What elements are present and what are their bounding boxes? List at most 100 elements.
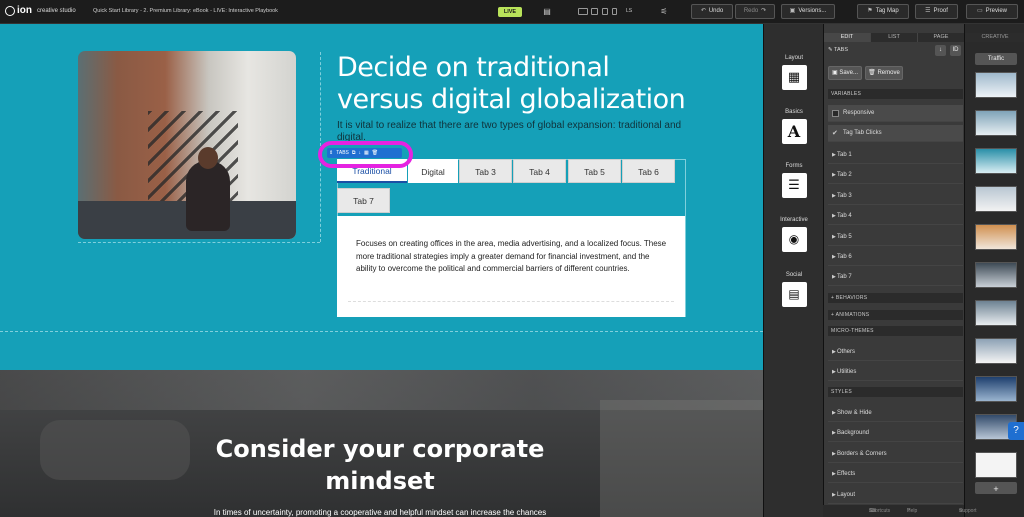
tab-list[interactable]: LIST	[871, 33, 918, 42]
section-corporate-mindset[interactable]: Consider your corporate mindset In times…	[0, 370, 763, 517]
app-logo: ion creative studio	[5, 6, 76, 16]
page-thumbnail[interactable]	[975, 338, 1017, 364]
background-item[interactable]: ▶ Background	[828, 425, 963, 442]
widget-interactive-label: Interactive	[780, 217, 808, 223]
editor-canvas[interactable]: Decide on traditional versus digital glo…	[0, 24, 763, 517]
save-button[interactable]: ▣ Save...	[828, 66, 862, 80]
behaviors-section[interactable]: + BEHAVIORS	[828, 293, 963, 303]
page-thumbnail[interactable]	[975, 186, 1017, 212]
page-thumbnail[interactable]	[975, 72, 1017, 98]
chevron-right-icon: ▶	[832, 430, 836, 436]
widget-basics-label: Basics	[785, 109, 803, 115]
widget-basics[interactable]: Basics A	[764, 109, 824, 144]
tab-digital[interactable]: Digital	[408, 159, 458, 183]
section2-text[interactable]: In times of uncertainty, promoting a coo…	[150, 508, 610, 517]
breadcrumb[interactable]: Quick Start Library - 2. Premium Library…	[93, 8, 278, 14]
preview-button[interactable]: ▭ Preview	[966, 4, 1018, 19]
id-button[interactable]: ID	[950, 45, 961, 56]
tag-tab-clicks-option[interactable]: ✔ Tag Tab Clicks	[828, 125, 963, 142]
tab-item-4[interactable]: ▶ Tab 4	[828, 208, 963, 225]
versions-icon: ▣	[789, 8, 796, 14]
save-label: Save...	[839, 70, 859, 76]
office-photo[interactable]	[78, 51, 296, 239]
tag-map-button[interactable]: ⚑ Tag Map	[857, 4, 909, 19]
show-hide-item[interactable]: ▶ Show & Hide	[828, 405, 963, 422]
section2-title[interactable]: Consider your corporate mindset	[180, 433, 580, 497]
tab-item-5[interactable]: ▶ Tab 5	[828, 229, 963, 246]
style-item-label: Background	[837, 430, 870, 436]
tab-4[interactable]: Tab 4	[513, 159, 566, 183]
tab-7[interactable]: Tab 7	[337, 188, 390, 213]
others-item[interactable]: ▶ Others	[828, 344, 963, 361]
properties-tabs: EDIT LIST PAGE	[824, 33, 965, 42]
tab-panel-outline	[348, 301, 674, 302]
page-thumbnail[interactable]	[975, 452, 1017, 478]
chat-icon: ▤	[781, 282, 807, 307]
style-item-label: Borders & Corners	[837, 451, 887, 457]
tab-6[interactable]: Tab 6	[622, 159, 675, 183]
versions-button[interactable]: ▣ Versions...	[781, 4, 835, 19]
page-thumbnail[interactable]	[975, 110, 1017, 136]
traffic-button[interactable]: Traffic	[975, 53, 1017, 65]
responsive-checkbox[interactable]	[832, 110, 839, 117]
creative-tab[interactable]: CREATIVE	[965, 33, 1024, 42]
tab-item-3[interactable]: ▶ Tab 3	[828, 188, 963, 205]
checkmark-icon[interactable]: ✔	[832, 125, 838, 142]
chevron-right-icon: ▶	[832, 492, 836, 498]
tab-edit[interactable]: EDIT	[824, 33, 871, 42]
tag-map-label: Tag Map	[875, 8, 899, 14]
tab-5[interactable]: Tab 5	[568, 159, 621, 183]
undo-button[interactable]: ↶ Undo	[691, 4, 733, 19]
logo-subtitle: creative studio	[37, 8, 76, 14]
tab-panel-text[interactable]: Focuses on creating offices in the area,…	[356, 238, 668, 276]
redo-button[interactable]: Redo ↷	[735, 4, 775, 19]
proof-label: Proof	[933, 8, 948, 14]
page-thumbnail[interactable]	[975, 300, 1017, 326]
desktop-device-icon[interactable]	[578, 8, 588, 15]
landscape-toggle[interactable]: LS	[624, 6, 634, 17]
chevron-right-icon: ▶	[832, 274, 836, 280]
utilities-item[interactable]: ▶ Utilities	[828, 364, 963, 381]
help-fab-icon[interactable]: ?	[1008, 422, 1024, 440]
tab-item-1[interactable]: ▶ Tab 1	[828, 147, 963, 164]
tab-3[interactable]: Tab 3	[459, 159, 512, 183]
remove-button[interactable]: 🗑 Remove	[865, 66, 903, 80]
page-thumbnail[interactable]	[975, 148, 1017, 174]
undo-icon: ↶	[700, 8, 706, 14]
sliders-icon[interactable]: ⚟	[659, 6, 669, 17]
page-thumbnail[interactable]	[975, 376, 1017, 402]
live-status-badge: LIVE	[498, 7, 522, 17]
proof-button[interactable]: ☰ Proof	[915, 4, 958, 19]
calculator-icon[interactable]: ▤	[542, 6, 552, 17]
phone-device-icon[interactable]	[602, 8, 608, 15]
widget-layout[interactable]: Layout ▦	[764, 55, 824, 90]
tab-page[interactable]: PAGE	[918, 33, 965, 42]
versions-label: Versions...	[798, 8, 827, 14]
widget-forms[interactable]: Forms ☰	[764, 163, 824, 198]
effects-item[interactable]: ▶ Effects	[828, 466, 963, 483]
tablet-device-icon[interactable]	[591, 8, 598, 15]
page-thumbnail[interactable]	[975, 262, 1017, 288]
section-title[interactable]: Decide on traditional versus digital glo…	[337, 52, 697, 116]
chevron-right-icon: ▶	[832, 349, 836, 355]
widget-social[interactable]: Social ▤	[764, 272, 824, 307]
utilities-label: Utilities	[837, 369, 857, 375]
page-thumbnail[interactable]	[975, 224, 1017, 250]
chevron-right-icon: ▶	[832, 213, 836, 219]
tab-item-6[interactable]: ▶ Tab 6	[828, 249, 963, 266]
tab-item-2[interactable]: ▶ Tab 2	[828, 167, 963, 184]
add-page-button[interactable]: +	[975, 482, 1017, 494]
micro-themes-header: MICRO-THEMES	[828, 326, 963, 336]
layout-item[interactable]: ▶ Layout	[828, 487, 963, 504]
borders-corners-item[interactable]: ▶ Borders & Corners	[828, 446, 963, 463]
animations-section[interactable]: + ANIMATIONS	[828, 310, 963, 320]
responsive-option[interactable]: Responsive	[828, 105, 963, 122]
support-label: Support	[959, 508, 977, 514]
widget-interactive[interactable]: Interactive ◉	[764, 217, 824, 252]
small-phone-device-icon[interactable]	[612, 8, 617, 15]
preview-icon: ▭	[976, 8, 983, 14]
help-center-label: Help center	[907, 508, 918, 514]
widget-social-label: Social	[785, 272, 803, 278]
move-down-icon[interactable]: ↓	[935, 45, 946, 56]
tab-item-7[interactable]: ▶ Tab 7	[828, 269, 963, 286]
